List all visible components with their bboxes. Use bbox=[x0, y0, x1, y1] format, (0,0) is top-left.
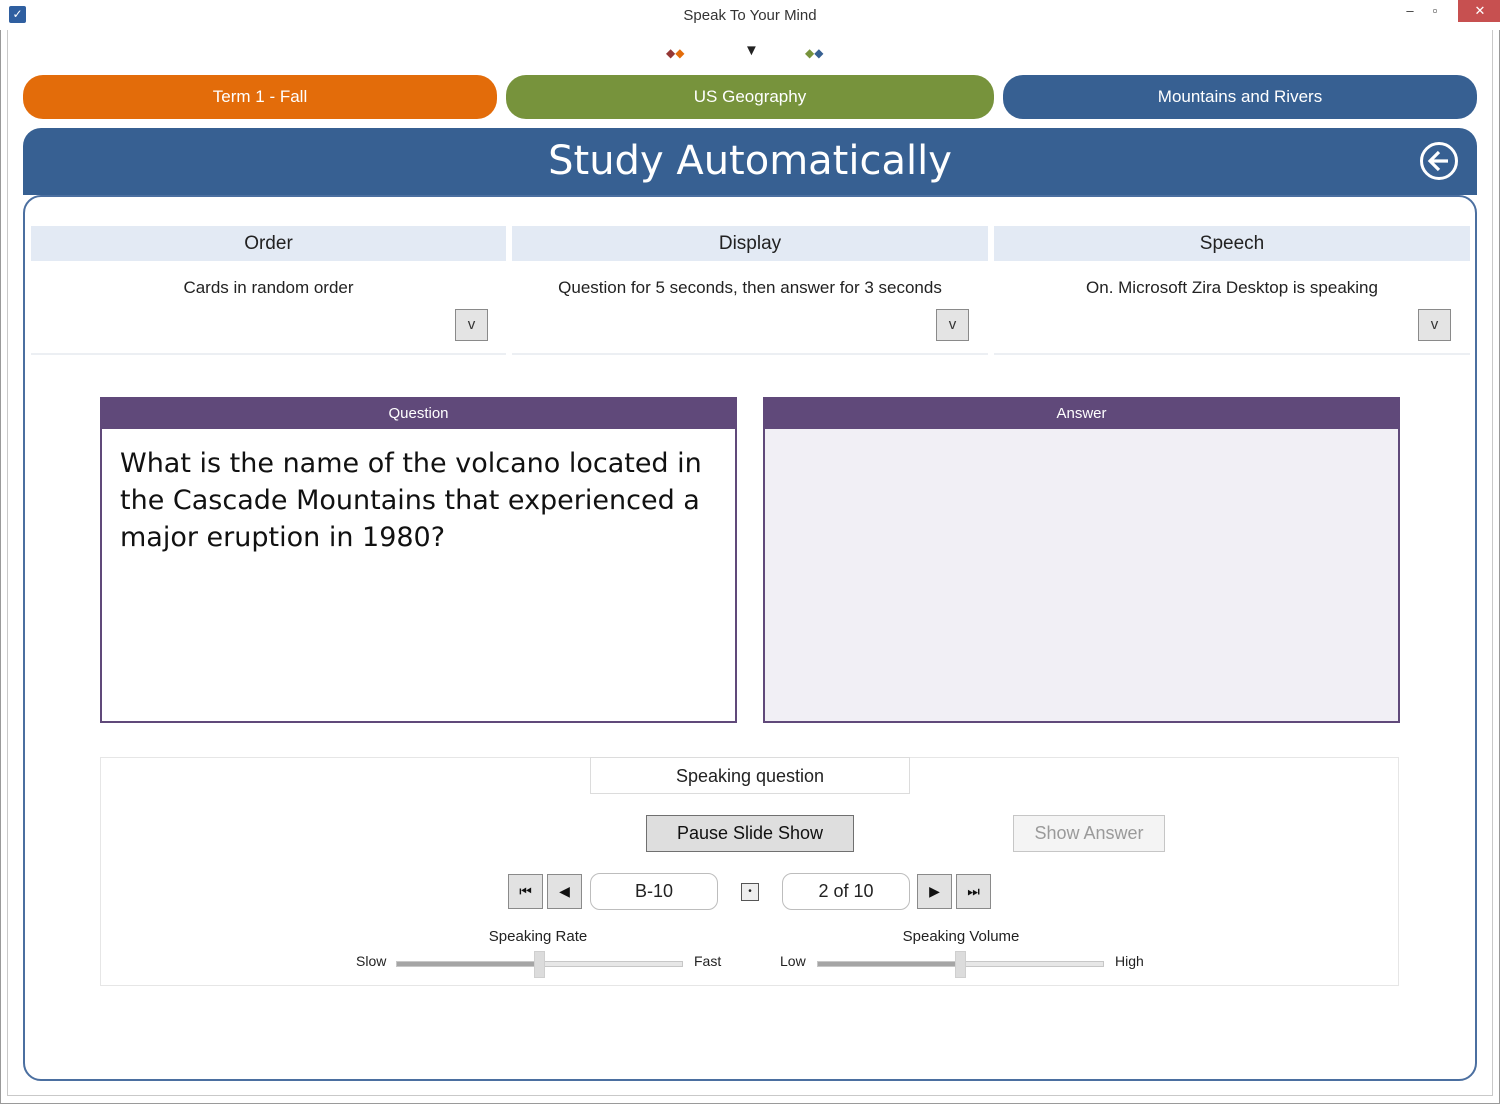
mark-card-icon[interactable]: • bbox=[741, 883, 759, 901]
back-arrow-icon[interactable] bbox=[1420, 142, 1458, 180]
breadcrumb-term[interactable]: Term 1 - Fall bbox=[23, 75, 497, 119]
question-card: Question What is the name of the volcano… bbox=[100, 397, 737, 723]
display-value: Question for 5 seconds, then answer for … bbox=[558, 278, 942, 297]
speaking-volume-thumb[interactable] bbox=[954, 951, 966, 978]
volume-min-label: Low bbox=[780, 953, 806, 969]
speaking-volume-fill bbox=[818, 962, 961, 966]
answer-card-label: Answer bbox=[765, 399, 1398, 429]
answer-card[interactable]: Answer bbox=[763, 397, 1400, 723]
last-card-icon[interactable]: ⏭ bbox=[956, 874, 991, 909]
card-id-field[interactable]: B-10 bbox=[590, 873, 718, 910]
rate-min-label: Slow bbox=[356, 953, 387, 969]
rate-max-label: Fast bbox=[694, 953, 722, 969]
title-bar: ✓ Speak To Your Mind – ▫ ✕ bbox=[0, 0, 1500, 30]
status-text: Speaking question bbox=[590, 757, 910, 794]
maximize-button[interactable]: ▫ bbox=[1420, 0, 1450, 22]
close-window-button[interactable]: ✕ bbox=[1458, 0, 1500, 22]
page-title: Study Automatically bbox=[548, 138, 952, 184]
answer-text bbox=[765, 429, 1398, 461]
speech-value: On. Microsoft Zira Desktop is speaking bbox=[1086, 278, 1378, 297]
order-dropdown-button[interactable]: v bbox=[455, 309, 488, 341]
breadcrumb-deck[interactable]: Mountains and Rivers bbox=[1003, 75, 1477, 119]
speech-heading: Speech bbox=[994, 226, 1470, 261]
breadcrumb-subject[interactable]: US Geography bbox=[506, 75, 994, 119]
question-text: What is the name of the volcano located … bbox=[120, 448, 702, 553]
diamond-icon: ◆ bbox=[805, 46, 815, 60]
order-heading: Order bbox=[31, 226, 506, 261]
order-value: Cards in random order bbox=[183, 278, 354, 297]
volume-max-label: High bbox=[1115, 953, 1144, 969]
level-indicator-right: ◆◆ bbox=[805, 46, 823, 60]
speaking-rate-thumb[interactable] bbox=[533, 951, 545, 978]
speaking-volume-label: Speaking Volume bbox=[902, 928, 1020, 945]
diamond-icon: ◆ bbox=[814, 46, 824, 60]
divider bbox=[31, 353, 506, 355]
previous-card-icon[interactable]: ◀ bbox=[547, 874, 582, 909]
window-title: Speak To Your Mind bbox=[683, 7, 817, 24]
pause-slide-show-button[interactable]: Pause Slide Show bbox=[646, 815, 854, 852]
divider bbox=[512, 353, 988, 355]
display-heading: Display bbox=[512, 226, 988, 261]
display-dropdown-button[interactable]: v bbox=[936, 309, 969, 341]
diamond-icon: ◆ bbox=[675, 46, 685, 60]
page-header: Study Automatically bbox=[23, 128, 1477, 195]
speaking-rate-label: Speaking Rate bbox=[488, 928, 588, 945]
level-indicator-left: ◆◆ bbox=[666, 46, 684, 60]
speech-dropdown-button[interactable]: v bbox=[1418, 309, 1451, 341]
first-card-icon[interactable]: ⏮ bbox=[508, 874, 543, 909]
speaking-rate-fill bbox=[397, 962, 540, 966]
show-answer-button[interactable]: Show Answer bbox=[1013, 815, 1165, 852]
card-position-field[interactable]: 2 of 10 bbox=[782, 873, 910, 910]
divider bbox=[994, 353, 1470, 355]
diamond-icon: ◆ bbox=[666, 46, 676, 60]
current-level-marker-icon: ▼ bbox=[744, 42, 759, 59]
question-card-label: Question bbox=[102, 399, 735, 429]
next-card-icon[interactable]: ▶ bbox=[917, 874, 952, 909]
